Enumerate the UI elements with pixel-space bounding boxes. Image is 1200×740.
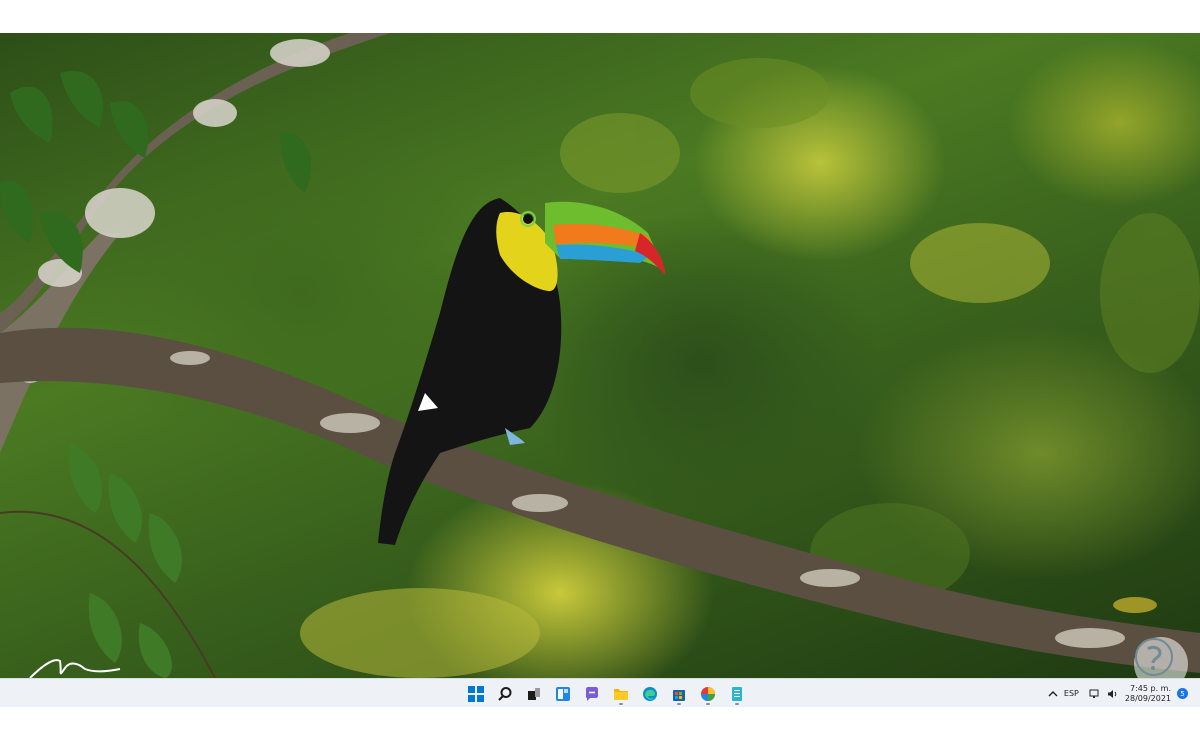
task-view-icon	[528, 687, 540, 700]
notification-badge[interactable]: 5	[1177, 688, 1188, 699]
file-explorer-button[interactable]	[611, 683, 631, 705]
notepad-button[interactable]	[727, 683, 747, 705]
notepad-icon	[732, 686, 742, 701]
edge-icon	[643, 686, 657, 701]
artist-signature	[29, 659, 121, 678]
desktop-screen: ESP 7:45 p. m. 28/09/2021 5	[0, 33, 1200, 707]
running-indicator	[677, 702, 681, 705]
clock-date: 28/09/2021	[1124, 693, 1171, 703]
search-icon	[498, 686, 512, 701]
language-indicator[interactable]: ESP	[1064, 689, 1079, 698]
file-explorer-icon	[614, 688, 628, 700]
chat-button[interactable]	[582, 683, 602, 705]
store-button[interactable]	[669, 683, 689, 705]
running-indicator	[735, 702, 739, 705]
photos-button[interactable]	[698, 683, 718, 705]
desktop-wallpaper	[0, 33, 1200, 678]
widgets-icon	[556, 686, 570, 701]
running-indicator	[619, 702, 623, 705]
chat-icon	[586, 686, 598, 701]
volume-button[interactable]	[1107, 683, 1119, 705]
start-icon	[468, 685, 484, 702]
chevron-up-icon	[1048, 690, 1058, 696]
network-icon	[1089, 689, 1099, 698]
edge-button[interactable]	[640, 683, 660, 705]
taskbar-apps	[466, 679, 747, 707]
system-tray: ESP 7:45 p. m. 28/09/2021 5	[1048, 679, 1200, 707]
clock[interactable]: 7:45 p. m. 28/09/2021	[1125, 684, 1171, 704]
task-view-button[interactable]	[524, 683, 544, 705]
photos-icon	[701, 686, 715, 701]
volume-icon	[1107, 689, 1117, 698]
network-button[interactable]	[1089, 683, 1101, 705]
search-button[interactable]	[495, 683, 515, 705]
taskbar: ESP 7:45 p. m. 28/09/2021 5	[0, 678, 1200, 707]
clock-time: 7:45 p. m.	[1129, 683, 1171, 693]
widgets-button[interactable]	[553, 683, 573, 705]
toucan-wallpaper-art	[0, 33, 1200, 678]
show-hidden-icons-button[interactable]	[1048, 683, 1058, 705]
running-indicator	[706, 702, 710, 705]
store-icon	[673, 689, 685, 701]
start-button[interactable]	[466, 683, 486, 705]
watermark-icon	[1135, 638, 1173, 676]
